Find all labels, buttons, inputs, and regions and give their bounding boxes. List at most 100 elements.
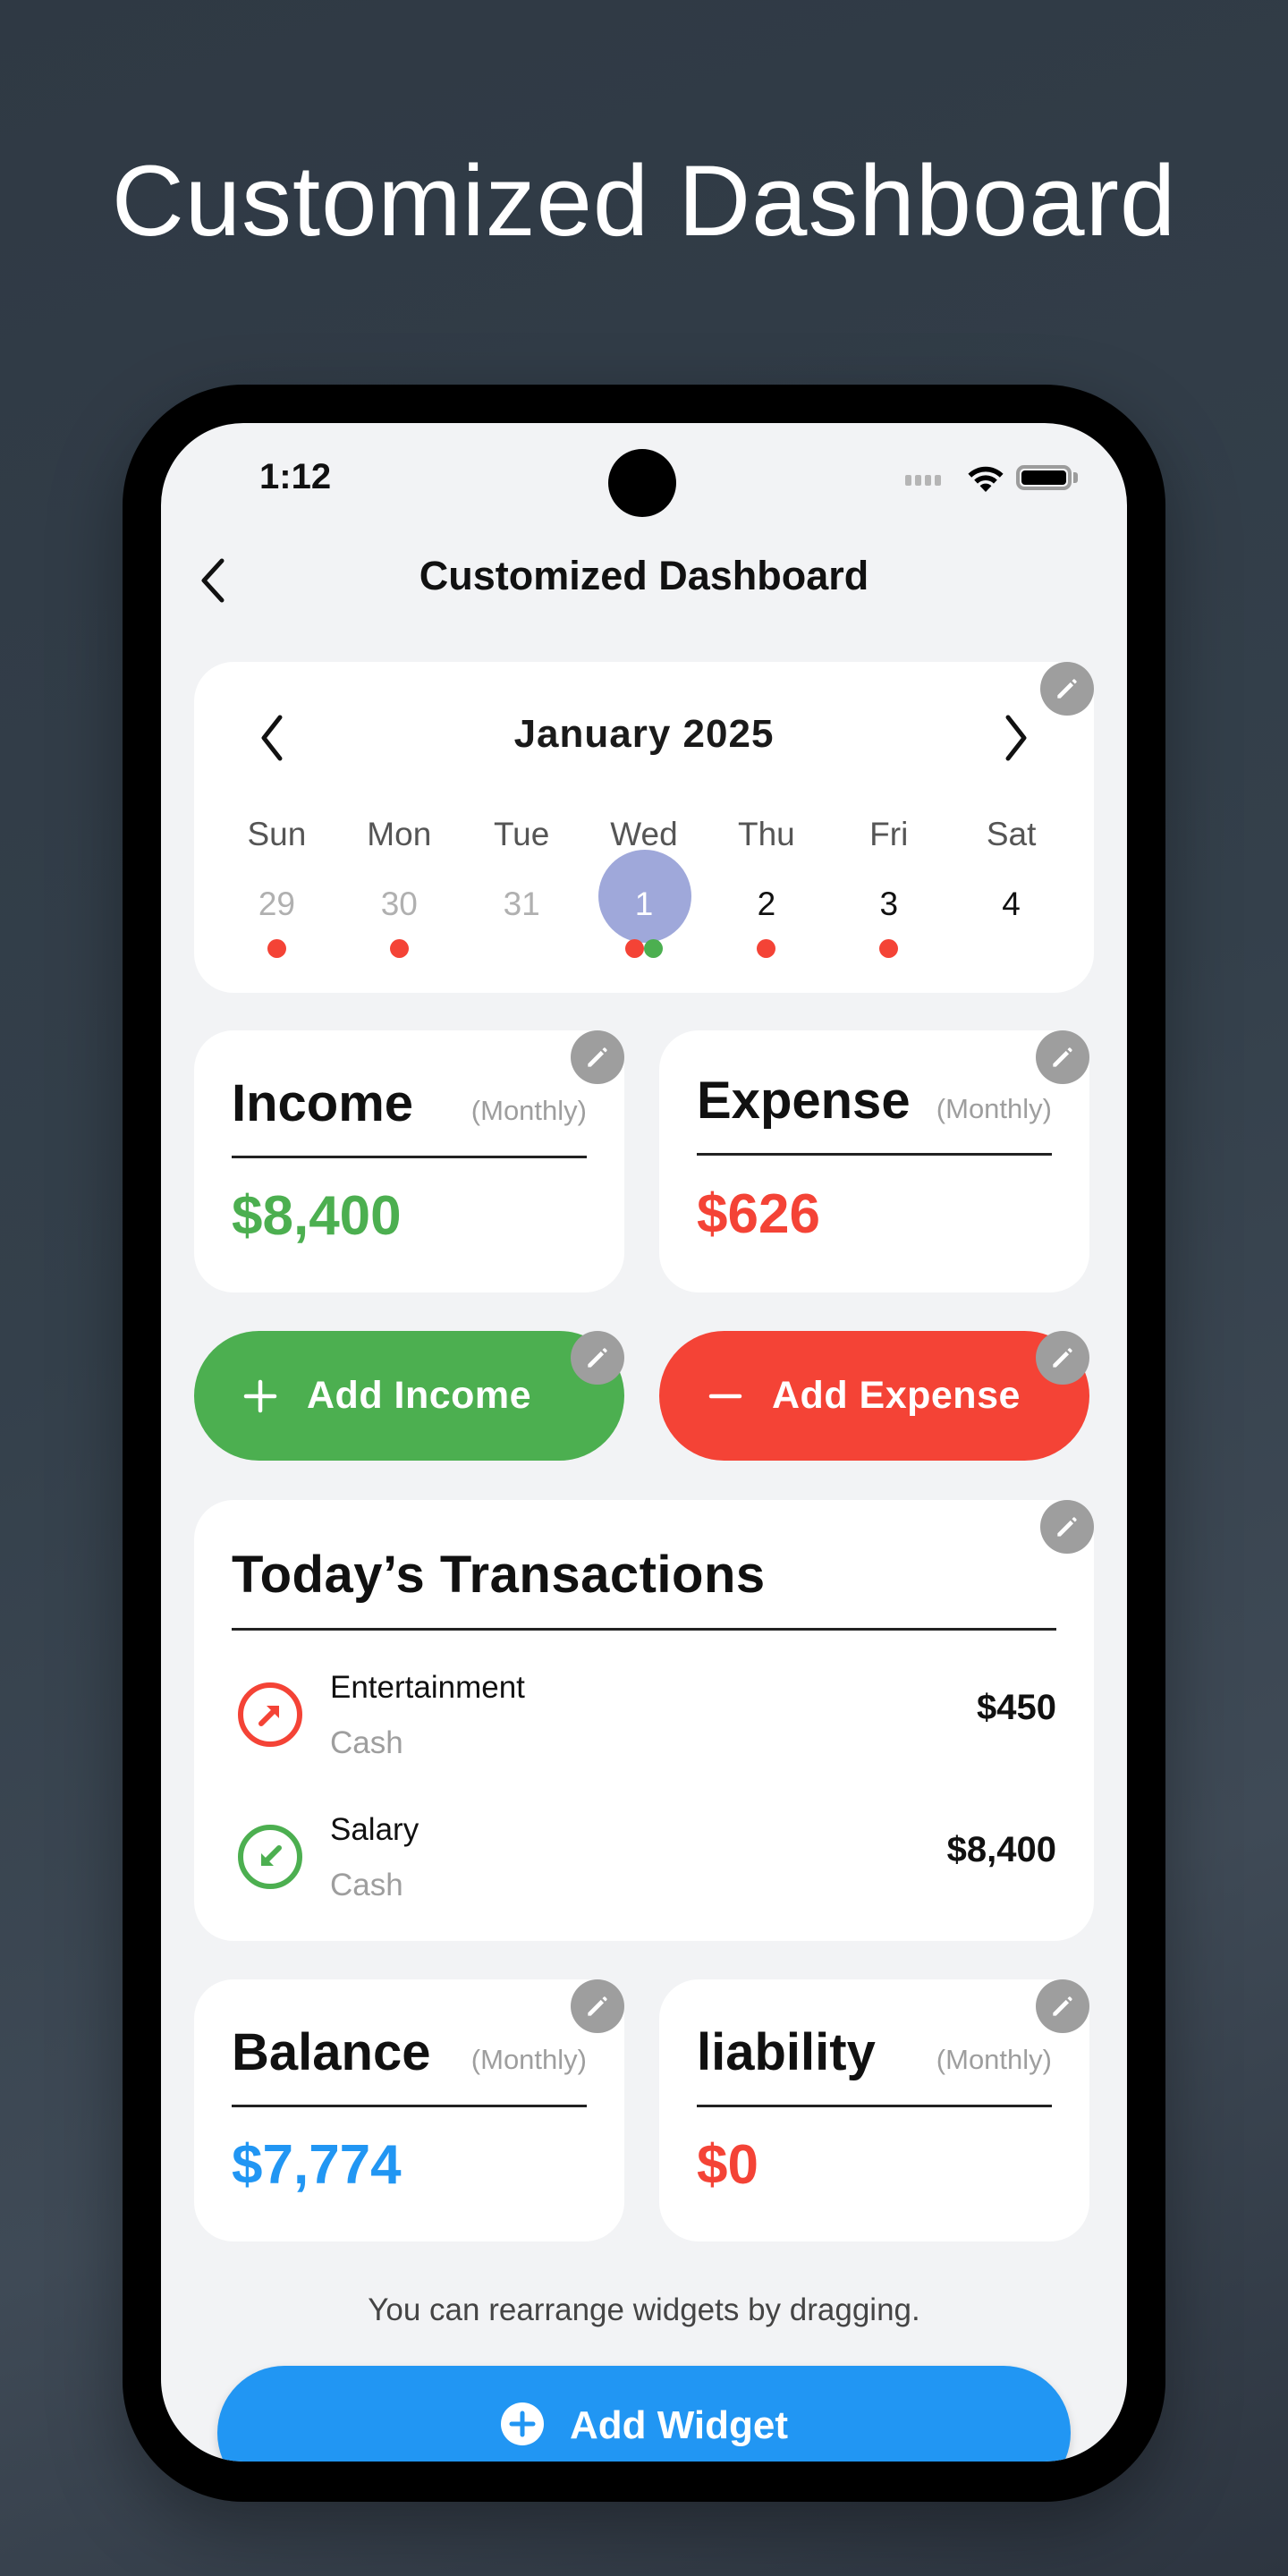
transaction-dots <box>705 939 827 958</box>
transaction-dots <box>583 939 706 958</box>
calendar-day-number: 2 <box>757 886 776 922</box>
camera-cutout <box>608 449 676 517</box>
status-time: 1:12 <box>259 457 332 496</box>
calendar-day-number: 3 <box>879 886 899 922</box>
calendar-day-number: 31 <box>503 886 540 922</box>
pencil-icon <box>588 1047 607 1067</box>
expense-dot <box>625 939 644 958</box>
edit-widget-button[interactable] <box>1040 1500 1094 1554</box>
edit-widget-button[interactable] <box>1036 1030 1089 1084</box>
chevron-right-icon <box>1005 715 1027 761</box>
calendar-day[interactable]: 31 <box>461 884 583 977</box>
transactions-title: Today’s Transactions <box>232 1546 766 1604</box>
balance-value: $7,774 <box>232 2134 402 2196</box>
transaction-row[interactable]: Entertainment Cash $450 <box>232 1670 1056 1804</box>
plus-circle-icon <box>501 2402 544 2445</box>
weekday-label: Wed <box>610 816 678 852</box>
minus-icon <box>708 1394 742 1398</box>
pencil-icon <box>588 1348 607 1368</box>
pencil-icon <box>1053 1047 1072 1067</box>
liability-widget[interactable]: liability (Monthly) $0 <box>659 1979 1089 2241</box>
add-widget-label: Add Widget <box>570 2403 788 2447</box>
calendar-day-number: 1 <box>634 886 654 922</box>
divider <box>232 1156 587 1158</box>
edit-widget-button[interactable] <box>571 1979 624 2033</box>
nav-title: Customized Dashboard <box>419 553 869 598</box>
todays-transactions-widget[interactable]: Today’s Transactions Entertainment Cash … <box>194 1500 1094 1941</box>
next-month-button[interactable] <box>988 707 1042 769</box>
calendar-days-row: 29 30 31 1 2 3 4 <box>194 850 1094 977</box>
divider <box>697 1153 1052 1156</box>
transaction-dots <box>338 939 461 958</box>
weekday-label: Thu <box>737 816 795 852</box>
transaction-category: Entertainment <box>330 1670 525 1705</box>
transaction-dots <box>827 939 950 958</box>
calendar-day-number: 29 <box>258 886 295 922</box>
wifi-icon <box>968 466 1004 492</box>
liability-title: liability <box>697 2023 876 2081</box>
rearrange-hint: You can rearrange widgets by dragging. <box>368 2292 920 2327</box>
divider <box>232 2105 587 2107</box>
arrow-up-right-circle-icon <box>238 1682 302 1747</box>
calendar-day[interactable]: 3 <box>827 884 950 977</box>
edit-widget-button[interactable] <box>1036 1331 1089 1385</box>
edit-widget-button[interactable] <box>1040 662 1094 716</box>
weekday-label: Sun <box>247 816 307 852</box>
edit-widget-button[interactable] <box>571 1030 624 1084</box>
transaction-account: Cash <box>330 1868 403 1902</box>
calendar-widget[interactable]: January 2025 Sun Mon Tue Wed Thu Fri Sat… <box>194 662 1094 993</box>
income-period: (Monthly) <box>470 1095 587 1126</box>
divider <box>697 2105 1052 2107</box>
calendar-day[interactable]: 29 <box>216 884 338 977</box>
arrow-down-left-circle-icon <box>238 1825 302 1889</box>
calendar-day-selected[interactable]: 1 <box>583 850 706 977</box>
edit-widget-button[interactable] <box>571 1331 624 1385</box>
pencil-icon <box>1057 1517 1077 1537</box>
edit-widget-button[interactable] <box>1036 1979 1089 2033</box>
balance-widget[interactable]: Balance (Monthly) $7,774 <box>194 1979 624 2241</box>
expense-dot <box>757 939 776 958</box>
calendar-day[interactable]: 30 <box>338 884 461 977</box>
liability-period: (Monthly) <box>936 2044 1052 2075</box>
income-title: Income <box>232 1074 414 1132</box>
expense-value: $626 <box>697 1183 820 1245</box>
expense-widget[interactable]: Expense (Monthly) $626 <box>659 1030 1089 1292</box>
pencil-icon <box>1053 1348 1072 1368</box>
weekday-label: Tue <box>493 816 550 852</box>
add-widget-button[interactable]: Add Widget <box>217 2366 1071 2462</box>
expense-dot <box>267 939 286 958</box>
pencil-icon <box>1057 679 1077 699</box>
expense-dot <box>389 939 409 958</box>
phone-frame: 1:12 Customized Dashboard January 2025 S… <box>123 385 1165 2502</box>
transaction-amount: $450 <box>977 1688 1056 1727</box>
cellular-signal-icon <box>905 475 941 486</box>
income-value: $8,400 <box>232 1185 402 1247</box>
weekday-label: Mon <box>367 816 432 852</box>
calendar-day-number: 4 <box>1002 886 1021 922</box>
expense-period: (Monthly) <box>936 1093 1052 1124</box>
plus-icon <box>243 1379 277 1412</box>
add-income-button[interactable]: Add Income <box>194 1331 624 1461</box>
transaction-account: Cash <box>330 1725 403 1760</box>
expense-dot <box>879 939 899 958</box>
hero-title: Customized Dashboard <box>111 145 1177 257</box>
calendar-month-label: January 2025 <box>513 712 775 756</box>
divider <box>232 1628 1056 1631</box>
income-dot <box>644 939 663 958</box>
pencil-icon <box>588 1996 607 2016</box>
income-widget[interactable]: Income (Monthly) $8,400 <box>194 1030 624 1292</box>
expense-title: Expense <box>697 1072 911 1130</box>
balance-title: Balance <box>232 2023 431 2081</box>
battery-icon <box>1016 465 1072 490</box>
calendar-day-number: 30 <box>380 886 418 922</box>
battery-tip <box>1073 472 1078 483</box>
liability-value: $0 <box>697 2134 758 2196</box>
transaction-category: Salary <box>330 1812 419 1847</box>
add-expense-label: Add Expense <box>772 1374 1021 1417</box>
calendar-weekday-row: Sun Mon Tue Wed Thu Fri Sat <box>194 816 1094 853</box>
add-expense-button[interactable]: Add Expense <box>659 1331 1089 1461</box>
calendar-day[interactable]: 4 <box>950 884 1072 977</box>
transaction-row[interactable]: Salary Cash $8,400 <box>232 1812 1056 1946</box>
transaction-dots <box>216 939 338 958</box>
calendar-day[interactable]: 2 <box>705 884 827 977</box>
